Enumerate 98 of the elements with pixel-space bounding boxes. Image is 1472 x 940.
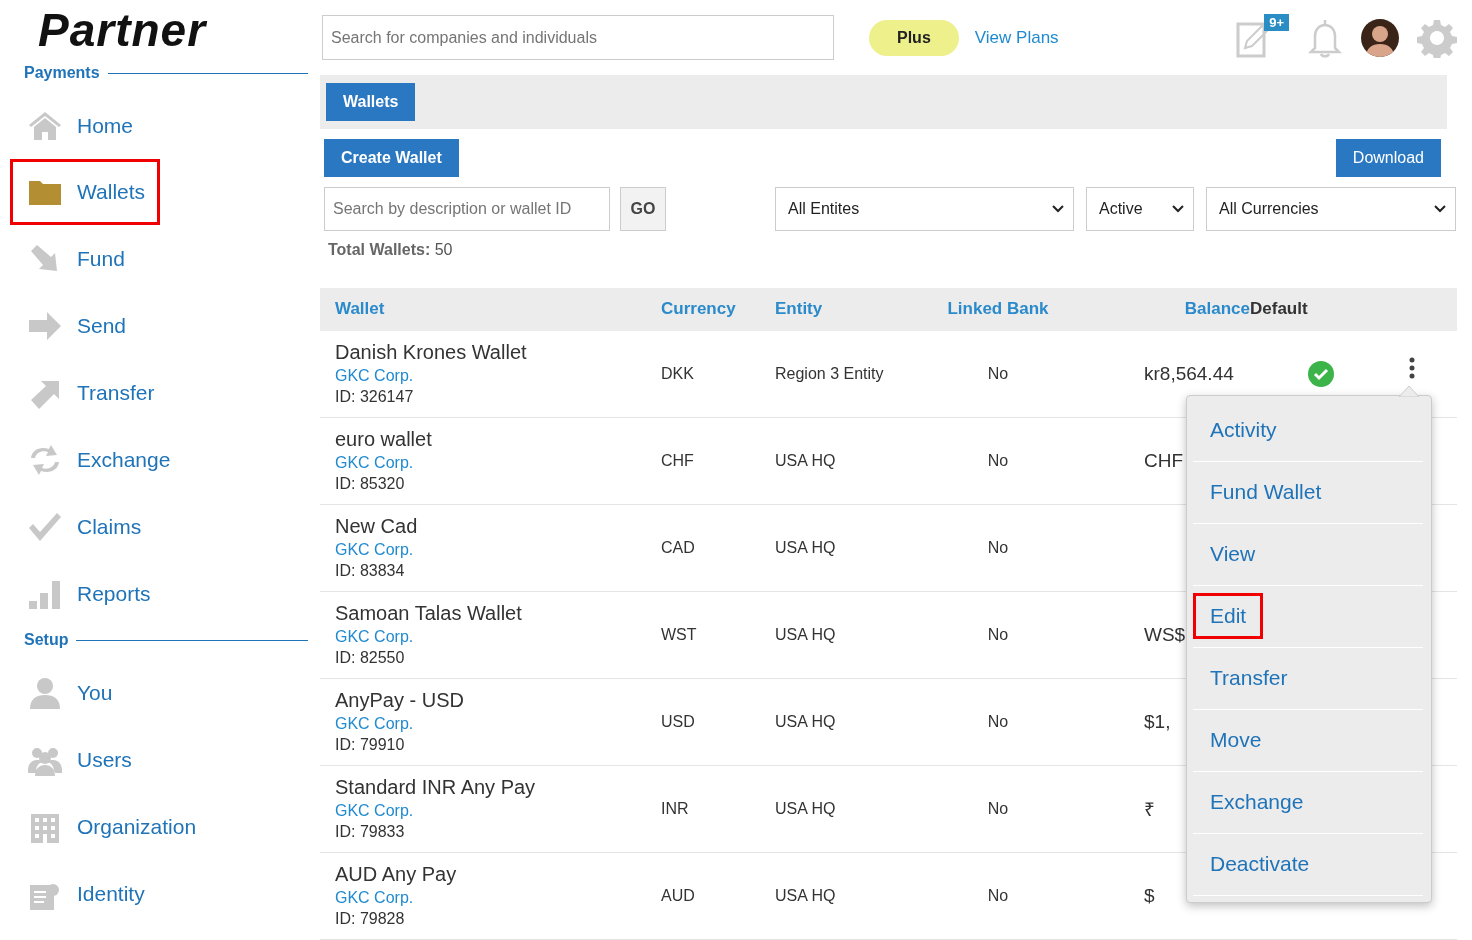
table-cell: No [987,800,1009,818]
sidebar-item[interactable]: Identity [10,860,160,927]
balance-cell: WS$ [1144,624,1186,646]
chevron-icon [1171,203,1185,214]
menu-item[interactable]: Edit [1193,593,1264,640]
search-field[interactable]: Search by description or wallet ID [324,186,610,231]
sidebar-item[interactable]: Send [10,292,142,359]
table-cell: No [987,539,1009,557]
company-link[interactable]: GKC Corp. [335,889,661,908]
company-link[interactable]: GKC Corp. [335,628,661,647]
sidebar-item[interactable]: Fund [10,225,140,292]
table-cell: No [987,365,1009,383]
plan-badge[interactable]: Plus [869,19,959,56]
download-button[interactable]: Download [1335,138,1441,177]
total-count: Total Wallets: 50 [327,239,454,260]
table-cell-text: DKK [661,365,695,383]
section-heading: Setup [24,631,69,649]
sidebar-item[interactable]: Wallets [10,159,161,225]
menu-item[interactable]: Fund Wallet [1193,469,1339,516]
table-cell-text: Region 3 Entity [775,365,885,383]
menu-item[interactable]: View [1193,531,1273,578]
tab[interactable]: Wallets [326,82,416,121]
wallet-name: Danish Krones Wallet [335,341,528,365]
column-header: Entity [775,299,824,320]
menu-item[interactable]: Transfer [1193,655,1305,702]
menu-item[interactable]: Exchange [1193,779,1321,826]
sidebar-item[interactable]: Claims [10,493,157,560]
dropdown[interactable]: All Currencies [1206,186,1456,231]
logo[interactable]: Partner [10,0,207,64]
column-header: Linked Bank [946,299,1050,320]
more-icon[interactable] [1408,357,1416,379]
table-cell-text: USA HQ [775,887,837,905]
sidebar-item[interactable]: Exchange [10,426,186,493]
sidebar-item[interactable]: Transfer [10,359,170,426]
balance-cell: CHF [1144,450,1184,472]
wallet-id: ID: 79833 [335,823,406,842]
wallet-id: ID: 82550 [335,649,406,668]
search-field[interactable]: Search for companies and individuals [322,15,834,61]
table-cell-text: AUD [661,887,696,905]
dropdown[interactable]: All Entites [775,186,1074,231]
column-header: Currency [661,299,737,320]
person-icon [27,675,63,710]
table-cell-text: USA HQ [775,800,837,818]
table-cell-text: WST [661,626,698,644]
section-heading: Payments [24,64,100,82]
bell-icon [1307,17,1343,58]
company-link[interactable]: GKC Corp. [335,454,661,473]
count-badge: 9+ [1264,13,1289,31]
company-link[interactable]: GKC Corp. [335,367,661,386]
go-button[interactable]: GO [620,186,666,231]
menu-item[interactable]: Deactivate [1193,841,1327,888]
column-header: Wallet [334,299,386,320]
table-cell-text: USA HQ [775,713,837,731]
table-cell: No [987,713,1009,731]
table-cell: No [987,452,1009,470]
wallet-name: AUD Any Pay [335,863,458,887]
table-cell: No [987,626,1009,644]
sidebar-item[interactable]: Home [10,92,149,159]
sidebar-item[interactable]: Reports [10,560,166,627]
table-cell-text: USA HQ [775,626,837,644]
sidebar-item[interactable]: Users [10,726,147,793]
wallet-id: ID: 79910 [335,736,406,755]
avatar[interactable] [1361,18,1399,57]
wallet-name: New Cad [335,515,419,539]
table-cell-text: CAD [661,539,696,557]
balance-cell-text: ₹ [1144,798,1155,822]
wallet-name: Samoan Talas Wallet [335,602,523,626]
company-link[interactable]: GKC Corp. [335,541,661,560]
wallet-name: euro wallet [335,428,433,452]
company-link[interactable]: GKC Corp. [335,802,661,821]
wallet-id: ID: 85320 [335,475,406,494]
create-wallet-button[interactable]: Create Wallet [324,138,459,177]
wallet-id: ID: 83834 [335,562,406,581]
dropdown[interactable]: Active [1086,186,1194,231]
settings-icon [1417,17,1457,58]
balance-cell: $ [1144,885,1155,907]
wallet-name: Standard INR Any Pay [335,776,537,800]
table-cell-text: CHF [661,452,695,470]
table-cell-text: USA HQ [775,452,837,470]
sidebar-item[interactable]: Organization [10,793,212,860]
sidebar-item[interactable]: You [10,659,128,726]
wallet-name: AnyPay - USD [335,689,465,713]
balance-cell: kr8,564.44 [1144,363,1234,385]
chevron-icon [1051,203,1065,214]
balance-cell: $1, [1144,711,1171,733]
table-cell: No [987,887,1009,905]
menu-item[interactable]: Move [1193,717,1279,764]
wallet-id: ID: 326147 [335,388,415,407]
column-header: Default [1250,299,1309,320]
table-cell-text: INR [661,800,690,818]
menu-item[interactable]: Activity [1193,407,1294,454]
wallet-id: ID: 79828 [335,910,406,929]
column-header: Balance [1183,299,1250,320]
table-cell-text: USA HQ [775,539,837,557]
company-link[interactable]: GKC Corp. [335,715,661,734]
table-cell-text: USD [661,713,696,731]
view-plans-link[interactable]: View Plans [974,27,1059,48]
chevron-icon [1433,203,1447,214]
